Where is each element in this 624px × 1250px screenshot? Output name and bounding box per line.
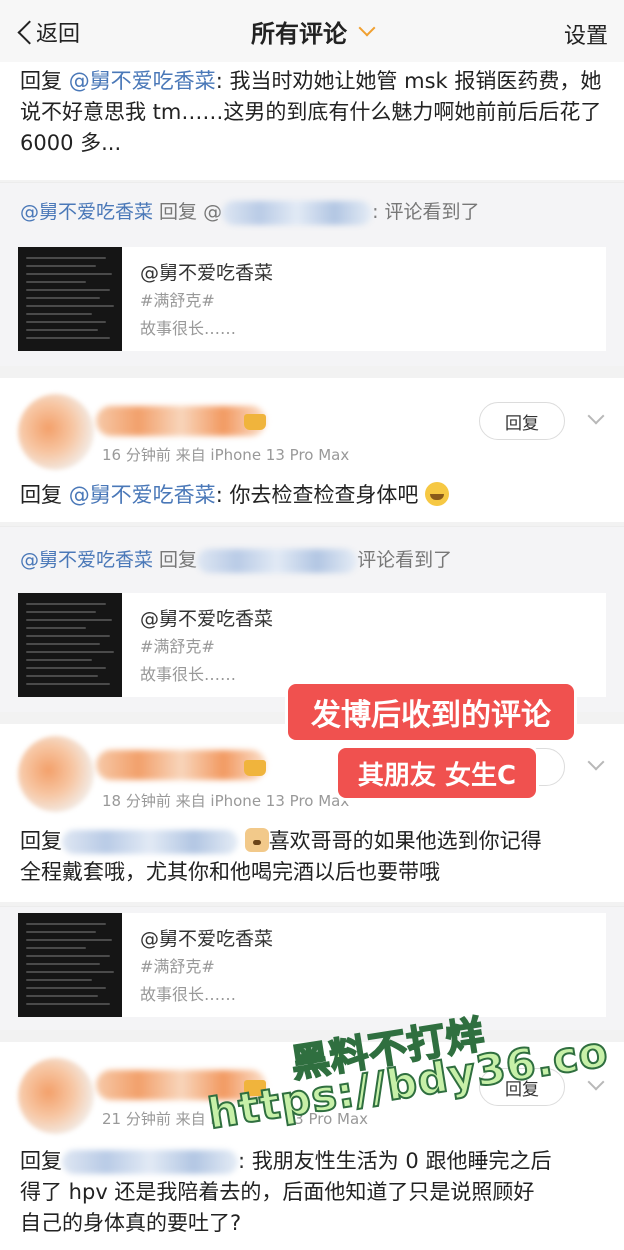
comment-text: 回复 @舅不爱吃香菜: 我当时劝她让她管 msk 报销医药费，她说不好意思我 t… — [0, 62, 624, 159]
comment-body: 自己的身体真的要吐了? — [20, 1211, 242, 1235]
chevron-down-icon[interactable] — [587, 407, 605, 425]
grinning-sweat-emoji-icon — [425, 482, 450, 506]
post-author: @舅不爱吃香菜 — [140, 262, 274, 284]
quoted-reply-line: @舅不爱吃香菜 回复 评论看到了 — [20, 545, 452, 573]
blurred-username[interactable] — [62, 830, 238, 854]
avatar[interactable] — [18, 394, 94, 470]
reply-prefix: 回复 — [20, 483, 62, 507]
post-thumbnail — [18, 247, 122, 351]
post-description: 故事很长…… — [140, 319, 237, 338]
comment-text: 回复 喜欢哥哥的如果他选到你记得 全程戴套哦，尤其你和他喝完酒以后也要带哦 — [0, 826, 562, 888]
comment-text: 回复 : 我朋友性生活为 0 跟他睡完之后 得了 hpv 还是我陪着去的，后面他知… — [0, 1146, 571, 1239]
reply-prefix: 回复 — [20, 829, 62, 853]
chevron-left-icon — [14, 12, 36, 52]
comment-body: : 你去检查检查身体吧 — [215, 483, 419, 507]
quote-reply-label: 回复 @ — [153, 201, 223, 223]
vip-crown-icon — [244, 414, 266, 430]
device-source: 来自 iPhone 13 Pro Max — [175, 792, 350, 810]
top-navigation-bar: 返回 所有评论 设置 — [0, 0, 624, 62]
quoted-reply-box[interactable]: @舅不爱吃香菜 #满舒克# 故事很长…… — [0, 906, 624, 1030]
device-source: 来自 iPhone 13 Pro Max — [175, 446, 350, 464]
timestamp: 21 分钟前 — [102, 1110, 171, 1128]
post-hashtag: #满舒克# — [140, 637, 215, 656]
blurred-username[interactable] — [96, 406, 266, 436]
annotation-sticker-sub: 其朋友 女生C — [338, 748, 536, 798]
original-post-card[interactable]: @舅不爱吃香菜 #满舒克# 故事很长…… — [18, 247, 606, 351]
comment-meta: 18 分钟前 来自 iPhone 13 Pro Max — [102, 790, 349, 811]
post-description: 故事很长…… — [140, 665, 237, 684]
avatar[interactable] — [18, 1058, 94, 1134]
comment-body: 全程戴套哦，尤其你和他喝完酒以后也要带哦 — [20, 860, 440, 884]
post-hashtag: #满舒克# — [140, 957, 215, 976]
comment-body: 喜欢哥哥的如果他选到你记得 — [268, 829, 542, 853]
post-thumbnail — [18, 593, 122, 697]
comments-filter-title[interactable]: 所有评论 — [251, 14, 376, 49]
comment-item: 16 分钟前 来自 iPhone 13 Pro Max 回复 回复 @舅不爱吃香… — [0, 378, 624, 522]
comment-meta: 16 分钟前 来自 iPhone 13 Pro Max — [102, 444, 349, 465]
annotation-sticker-main: 发博后收到的评论 — [288, 684, 574, 740]
comment-body: : 我朋友性生活为 0 跟他睡完之后 — [238, 1149, 552, 1173]
page-title: 所有评论 — [251, 19, 347, 48]
mention-link[interactable]: @舅不爱吃香菜 — [69, 69, 216, 93]
post-description: 故事很长…… — [140, 985, 237, 1004]
quoted-reply-box[interactable]: @舅不爱吃香菜 回复 @ : 评论看到了 @舅不爱吃香菜 #满舒克# 故事很长…… — [0, 182, 624, 366]
back-button[interactable]: 返回 — [14, 12, 80, 52]
mention-link[interactable]: @舅不爱吃香菜 — [69, 483, 216, 507]
quote-suffix: 评论看到了 — [357, 549, 453, 571]
chevron-down-icon — [358, 19, 376, 37]
quote-suffix: : 评论看到了 — [372, 201, 480, 223]
mention-link[interactable]: @舅不爱吃香菜 — [20, 549, 153, 571]
original-post-card[interactable]: @舅不爱吃香菜 #满舒克# 故事很长…… — [18, 593, 606, 697]
avatar[interactable] — [18, 736, 94, 812]
comment-item: 回复 @舅不爱吃香菜: 我当时劝她让她管 msk 报销医药费，她说不好意思我 t… — [0, 62, 624, 180]
comment-text: 回复 @舅不爱吃香菜: 你去检查检查身体吧 — [0, 480, 469, 511]
blurred-username[interactable] — [96, 750, 266, 780]
back-label: 返回 — [36, 22, 81, 47]
reply-prefix: 回复 — [20, 1149, 62, 1173]
settings-button[interactable]: 设置 — [564, 18, 608, 50]
post-thumbnail — [18, 913, 122, 1017]
post-hashtag: #满舒克# — [140, 291, 215, 310]
blurred-username — [197, 548, 358, 573]
chevron-down-icon[interactable] — [587, 753, 605, 771]
quoted-reply-line: @舅不爱吃香菜 回复 @ : 评论看到了 — [20, 197, 480, 225]
post-author: @舅不爱吃香菜 — [140, 608, 274, 630]
vip-crown-icon — [244, 760, 266, 776]
timestamp: 18 分钟前 — [102, 792, 171, 810]
quote-reply-label: 回复 — [153, 549, 198, 571]
reply-button[interactable]: 回复 — [479, 402, 565, 440]
mention-link[interactable]: @舅不爱吃香菜 — [20, 201, 153, 223]
comment-body: 得了 hpv 还是我陪着去的，后面他知道了只是说照顾好 — [20, 1180, 535, 1204]
blurred-username — [222, 200, 373, 225]
post-author: @舅不爱吃香菜 — [140, 928, 274, 950]
original-post-card[interactable]: @舅不爱吃香菜 #满舒克# 故事很长…… — [18, 913, 606, 1017]
reply-prefix: 回复 — [20, 69, 62, 93]
dog-face-emoji-icon — [244, 828, 269, 852]
timestamp: 16 分钟前 — [102, 446, 171, 464]
blurred-username[interactable] — [62, 1150, 238, 1174]
